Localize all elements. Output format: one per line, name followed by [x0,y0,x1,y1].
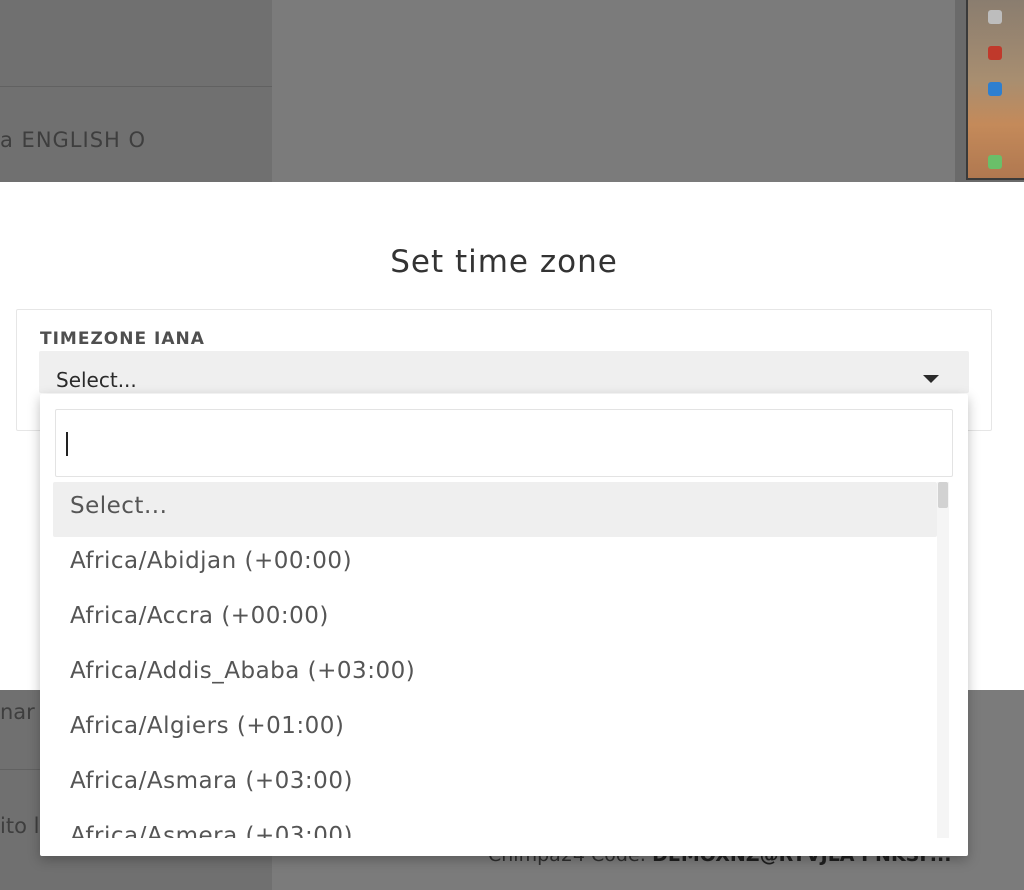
scrollbar-thumb[interactable] [938,482,948,508]
photo-booth-app-icon [988,46,1002,60]
modal-title: Set time zone [390,244,618,280]
background-panel-left-top: a ENGLISH O [0,0,272,182]
timezone-field-label: TIMEZONE IANA [40,329,205,349]
timezone-option-list: Select... Africa/Abidjan (+00:00) Africa… [53,482,937,838]
timezone-option[interactable]: Select... [53,482,937,537]
timezone-option[interactable]: Africa/Asmera (+03:00) [53,812,937,838]
timezone-option[interactable]: Africa/Asmara (+03:00) [53,757,937,812]
contacts-app-icon [988,10,1002,24]
device-screenshot-thumbnail [966,0,1024,180]
timezone-option[interactable]: Africa/Abidjan (+00:00) [53,537,937,592]
timezone-select[interactable]: Select... [39,351,969,393]
messages-app-icon [988,155,1002,169]
timezone-option[interactable]: Africa/Algiers (+01:00) [53,702,937,757]
background-text: ito l [0,814,40,838]
text-cursor [66,432,68,456]
timezone-search-input[interactable] [55,409,953,477]
timezone-option[interactable]: Africa/Addis_Ababa (+03:00) [53,647,937,702]
background-text: nar [0,700,35,724]
timezone-select-value: Select... [56,368,137,392]
timezone-option[interactable]: Africa/Accra (+00:00) [53,592,937,647]
app-store-icon [988,82,1002,96]
background-panel-center-top [272,0,955,182]
background-text: a ENGLISH O [0,128,147,152]
caret-down-icon[interactable] [923,375,939,383]
divider [0,86,272,87]
timezone-dropdown: Select... Africa/Abidjan (+00:00) Africa… [40,394,968,856]
dropdown-scrollbar[interactable] [937,482,949,838]
